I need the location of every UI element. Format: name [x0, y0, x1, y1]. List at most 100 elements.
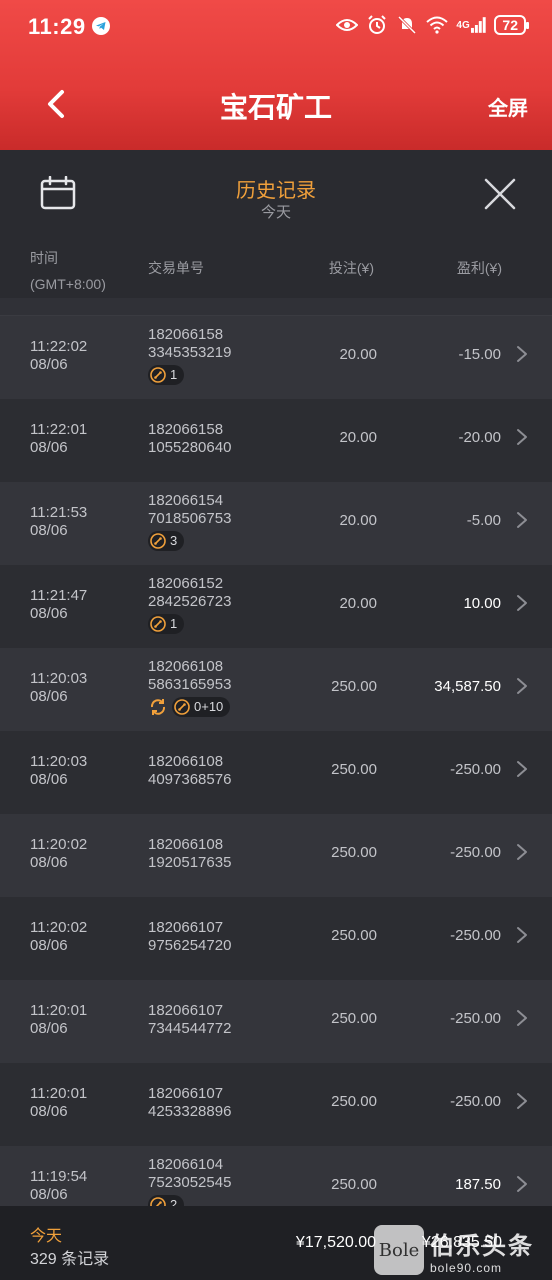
history-date-filter[interactable]: 今天 [0, 201, 552, 222]
row-time-value: 11:20:01 [30, 1085, 88, 1102]
column-profit: 盈利(¥) [456, 260, 502, 276]
row-date-value: 08/06 [30, 356, 68, 373]
wifi-icon [426, 14, 449, 36]
table-row[interactable]: 11:21:53 08/06 182066154 7018506753 3 20.00 -5… [0, 482, 552, 565]
row-profit: -20.00 [458, 429, 501, 446]
row-time-value: 11:21:47 [30, 587, 88, 604]
row-bet: 250.00 [331, 761, 377, 778]
signal-icon: 4G [456, 14, 486, 36]
row-time-value: 11:20:02 [30, 919, 88, 936]
multiplier-badge: 0+10 [172, 697, 231, 717]
column-bet: 投注(¥) [328, 260, 374, 276]
row-order: 182066107 4253328896 [148, 1085, 231, 1121]
chevron-right-icon [517, 1093, 527, 1109]
row-profit: 187.50 [455, 1176, 501, 1193]
row-profit: -15.00 [458, 346, 501, 363]
status-bar: 11:29 4G 72 [0, 0, 552, 52]
row-order-line2: 7344544772 [148, 1020, 232, 1037]
row-order-line1: 182066154 [148, 492, 224, 509]
row-profit: -5.00 [466, 512, 501, 529]
multiplier-badge: 1 [148, 614, 185, 634]
column-time-label: 时间 [30, 250, 58, 266]
row-bet: 20.00 [339, 595, 377, 612]
chevron-right-icon [517, 512, 527, 528]
row-bet: 250.00 [331, 678, 377, 695]
badge-value: 0+10 [194, 699, 224, 714]
row-time-value: 11:19:54 [30, 1168, 88, 1185]
footer-total-bet: ¥17,520.00 [295, 1234, 376, 1251]
multiplier-icon [150, 367, 166, 383]
row-order: 182066154 7018506753 3 [148, 492, 231, 551]
history-list: 11:22:02 08/06 182066158 3345353219 1 20.00 -1… [0, 316, 552, 1206]
table-row[interactable]: 11:20:01 08/06 182066107 4253328896 250.00 -2… [0, 1063, 552, 1146]
table-row[interactable]: 11:19:54 08/06 182066104 7523052545 2 250.00 1… [0, 1146, 552, 1206]
row-time: 11:22:02 08/06 [30, 338, 87, 374]
free-spin-icon [148, 697, 168, 717]
badge-value: 1 [170, 616, 178, 631]
row-date-value: 08/06 [30, 937, 68, 954]
row-bet: 20.00 [339, 346, 377, 363]
chevron-right-icon [517, 927, 527, 943]
status-icons: 4G 72 [336, 14, 529, 36]
table-row[interactable]: 11:20:03 08/06 182066108 5863165953 0+10 250.… [0, 648, 552, 731]
multiplier-icon [150, 1197, 166, 1206]
row-profit: -250.00 [450, 1093, 501, 1110]
watermark-name: 伯乐头条 [430, 1232, 534, 1260]
row-order-line2: 1920517635 [148, 854, 232, 871]
row-order: 182066107 9756254720 [148, 919, 231, 955]
chevron-right-icon [517, 1010, 527, 1026]
row-order-line2: 4253328896 [148, 1103, 232, 1120]
table-row[interactable]: 11:20:01 08/06 182066107 7344544772 250.00 -2… [0, 980, 552, 1063]
table-row[interactable]: 11:22:02 08/06 182066158 3345353219 1 20.00 -1… [0, 316, 552, 399]
chevron-right-icon [517, 1176, 527, 1192]
watermark-url: bole90.com [430, 1260, 503, 1275]
row-profit: -250.00 [450, 1010, 501, 1027]
watermark-logo: Bole [374, 1225, 424, 1275]
table-header: 时间 (GMT+8:00) 交易单号 投注(¥) 盈利(¥) [0, 242, 552, 298]
row-time: 11:21:53 08/06 [30, 504, 87, 540]
row-time: 11:22:01 08/06 [30, 421, 87, 457]
row-order-line1: 182066152 [148, 575, 224, 592]
row-order: 182066108 4097368576 [148, 753, 231, 789]
column-order: 交易单号 [148, 260, 204, 276]
row-order-line2: 3345353219 [148, 344, 232, 361]
row-time-value: 11:20:03 [30, 753, 88, 770]
footer-period: 今天 [30, 1228, 63, 1245]
column-time: 时间 (GMT+8:00) [30, 245, 106, 297]
battery-level: 72 [502, 17, 518, 33]
row-bet: 250.00 [331, 1093, 377, 1110]
row-order-line1: 182066104 [148, 1156, 224, 1173]
feature-badges: 1 [148, 614, 231, 634]
feature-badges: 0+10 [148, 697, 231, 717]
row-order-line1: 182066108 [148, 753, 224, 770]
row-order-line2: 4097368576 [148, 771, 232, 788]
network-label: 4G [456, 19, 470, 31]
row-profit: 10.00 [463, 595, 501, 612]
table-row[interactable]: 11:20:03 08/06 182066108 4097368576 250.00 -2… [0, 731, 552, 814]
page-title: 宝石矿工 [219, 92, 332, 123]
watermark-text: 伯乐头条 bole90.com [430, 1226, 534, 1275]
row-time: 11:20:01 08/06 [30, 1085, 87, 1121]
row-order-line1: 182066158 [148, 421, 224, 438]
history-header: 历史记录 今天 [0, 150, 552, 242]
badge-value: 2 [170, 1197, 178, 1206]
row-time: 11:20:03 08/06 [30, 670, 87, 706]
app-header: 11:29 4G 72 宝石矿工 全屏 [0, 0, 552, 150]
row-profit: -250.00 [450, 844, 501, 861]
mute-icon [396, 14, 418, 36]
table-row[interactable]: 11:22:01 08/06 182066158 1055280640 20.00 -20… [0, 399, 552, 482]
row-order-line2: 7523052545 [148, 1174, 232, 1191]
row-time-value: 11:20:01 [30, 1002, 88, 1019]
table-row[interactable]: 11:21:47 08/06 182066152 2842526723 1 20.00 10… [0, 565, 552, 648]
close-button[interactable] [482, 176, 522, 216]
chevron-right-icon [517, 844, 527, 860]
table-row[interactable]: 11:20:02 08/06 182066107 9756254720 250.00 -2… [0, 897, 552, 980]
fullscreen-button[interactable]: 全屏 [488, 92, 528, 121]
row-bet: 250.00 [331, 1010, 377, 1027]
row-order-line1: 182066158 [148, 326, 224, 343]
row-order-line1: 182066107 [148, 919, 224, 936]
row-profit: -250.00 [450, 927, 501, 944]
table-row[interactable]: 11:20:02 08/06 182066108 1920517635 250.00 -2… [0, 814, 552, 897]
chevron-right-icon [517, 761, 527, 777]
status-time: 11:29 [28, 14, 86, 39]
